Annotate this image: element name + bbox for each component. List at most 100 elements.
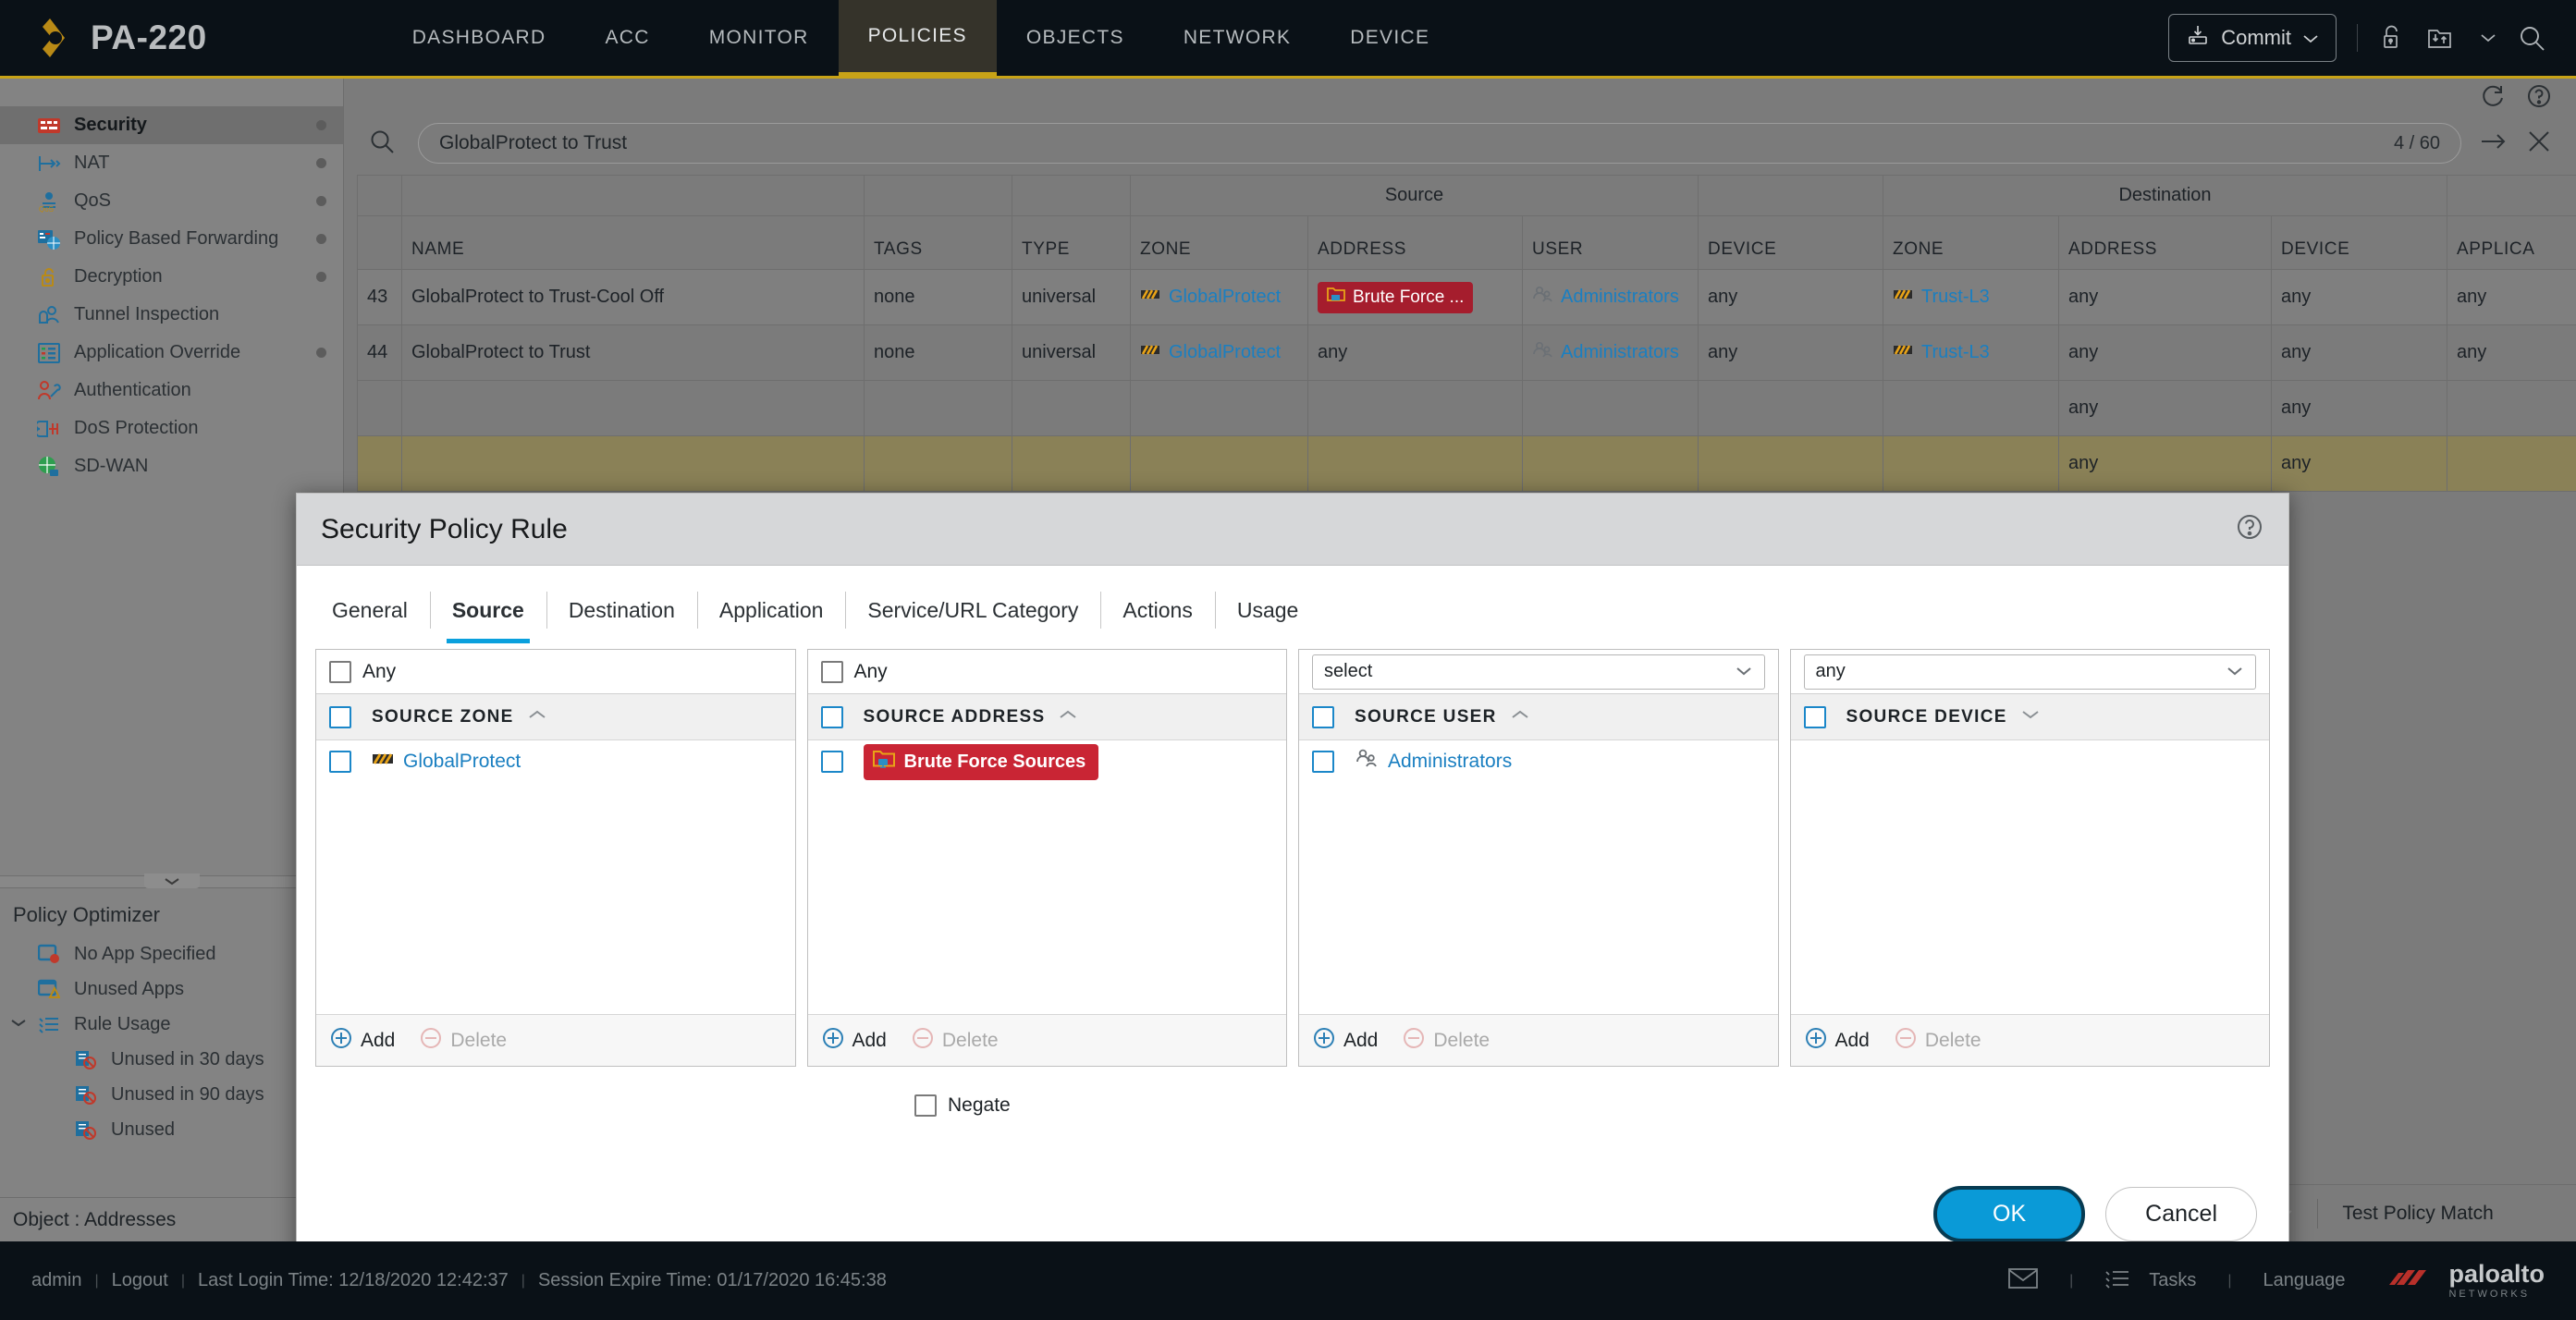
col-source-user[interactable]: USER bbox=[1521, 215, 1699, 270]
select-all-checkbox[interactable] bbox=[820, 705, 843, 728]
sort-ascending-icon[interactable] bbox=[527, 708, 547, 726]
sidebar-item-tunnel-inspection[interactable]: Tunnel Inspection bbox=[0, 296, 343, 334]
nav-monitor[interactable]: MONITOR bbox=[680, 0, 839, 76]
sidebar-item-dos-protection[interactable]: DoS Protection bbox=[0, 409, 343, 447]
ok-button[interactable]: OK bbox=[1933, 1186, 2086, 1242]
list-item[interactable]: Administrators bbox=[1299, 740, 1778, 783]
policy-optimizer-unused-30-days[interactable]: Unused in 30 days bbox=[0, 1042, 344, 1077]
table-row[interactable]: any any bbox=[357, 435, 2576, 492]
col-source-device[interactable]: DEVICE bbox=[1698, 215, 1884, 270]
col-checkbox[interactable] bbox=[357, 215, 402, 270]
col-destination-zone[interactable]: ZONE bbox=[1883, 215, 2060, 270]
row-checkbox[interactable] bbox=[1312, 751, 1334, 773]
source-user-header[interactable]: SOURCE USER bbox=[1299, 694, 1778, 740]
negate-row[interactable]: Negate bbox=[914, 1094, 2288, 1117]
row-name[interactable] bbox=[401, 380, 865, 436]
sort-ascending-icon[interactable] bbox=[1510, 708, 1530, 726]
commit-button[interactable]: Commit bbox=[2168, 14, 2337, 62]
nav-acc[interactable]: ACC bbox=[575, 0, 679, 76]
policy-optimizer-unused-apps[interactable]: Unused Apps bbox=[0, 972, 344, 1007]
apply-filter-arrow-icon[interactable] bbox=[2480, 129, 2508, 158]
row-name[interactable]: GlobalProtect to Trust bbox=[401, 324, 865, 381]
row-name[interactable] bbox=[401, 435, 865, 492]
source-address-any-row[interactable]: Any bbox=[807, 650, 1286, 694]
sort-ascending-icon[interactable] bbox=[1058, 708, 1078, 726]
help-icon[interactable] bbox=[2235, 512, 2264, 546]
source-user-select[interactable]: select bbox=[1312, 654, 1765, 690]
source-zone-any-row[interactable]: Any bbox=[316, 650, 795, 694]
sidebar-item-qos[interactable]: QoS QoS bbox=[0, 182, 343, 220]
tab-source[interactable]: Source bbox=[429, 577, 546, 643]
tab-destination[interactable]: Destination bbox=[546, 577, 697, 643]
sidebar-item-application-override[interactable]: Application Override bbox=[0, 334, 343, 372]
col-source-zone[interactable]: ZONE bbox=[1130, 215, 1308, 270]
sidebar-item-sd-wan[interactable]: SD-WAN bbox=[0, 447, 343, 485]
mail-icon[interactable] bbox=[2008, 1267, 2038, 1294]
col-tags[interactable]: TAGS bbox=[864, 215, 1012, 270]
source-address-header[interactable]: SOURCE ADDRESS bbox=[807, 694, 1286, 740]
select-all-checkbox[interactable] bbox=[1803, 705, 1826, 728]
col-application[interactable]: APPLICA bbox=[2447, 215, 2576, 270]
select-all-checkbox[interactable] bbox=[329, 705, 351, 728]
logout-link[interactable]: Logout bbox=[112, 1270, 168, 1291]
table-row[interactable]: 44 GlobalProtect to Trust none universal… bbox=[357, 324, 2576, 381]
policy-optimizer-unused[interactable]: Unused bbox=[0, 1112, 344, 1147]
col-destination-address[interactable]: ADDRESS bbox=[2058, 215, 2273, 270]
clear-filter-close-icon[interactable] bbox=[2526, 128, 2552, 159]
collapse-caret-icon[interactable] bbox=[144, 874, 200, 888]
source-zone-header[interactable]: SOURCE ZONE bbox=[316, 694, 795, 740]
nav-policies[interactable]: POLICIES bbox=[838, 0, 997, 76]
tab-usage[interactable]: Usage bbox=[1214, 577, 1320, 643]
add-source-user-button[interactable]: Add bbox=[1312, 1026, 1378, 1056]
tab-service-url-category[interactable]: Service/URL Category bbox=[845, 577, 1100, 643]
chevron-down-icon[interactable] bbox=[2480, 32, 2496, 43]
help-icon[interactable] bbox=[2526, 83, 2552, 114]
sidebar-item-decryption[interactable]: Decryption bbox=[0, 258, 343, 296]
nav-objects[interactable]: OBJECTS bbox=[997, 0, 1154, 76]
nav-device[interactable]: DEVICE bbox=[1320, 0, 1459, 76]
source-device-select[interactable]: any bbox=[1803, 654, 2256, 690]
tab-actions[interactable]: Actions bbox=[1100, 577, 1214, 643]
col-destination-device[interactable]: DEVICE bbox=[2271, 215, 2448, 270]
row-checkbox[interactable] bbox=[820, 751, 843, 773]
col-name[interactable]: NAME bbox=[401, 215, 865, 270]
refresh-icon[interactable] bbox=[2480, 84, 2506, 113]
tasks-label[interactable]: Tasks bbox=[2149, 1270, 2196, 1291]
table-row[interactable]: any any bbox=[357, 380, 2576, 436]
tasks-icon[interactable] bbox=[2104, 1267, 2130, 1294]
row-name[interactable]: GlobalProtect to Trust-Cool Off bbox=[401, 269, 865, 325]
source-address-any-checkbox[interactable] bbox=[820, 660, 843, 683]
tab-application[interactable]: Application bbox=[696, 577, 846, 643]
cancel-button[interactable]: Cancel bbox=[2105, 1187, 2257, 1241]
row-checkbox[interactable] bbox=[329, 751, 351, 773]
test-policy-match-button[interactable]: Test Policy Match bbox=[2342, 1203, 2493, 1225]
policy-optimizer-no-app-specified[interactable]: No App Specified bbox=[0, 936, 344, 972]
object-addresses-bar[interactable]: Object : Addresses bbox=[0, 1197, 344, 1241]
search-icon[interactable] bbox=[2517, 23, 2546, 53]
nav-dashboard[interactable]: DASHBOARD bbox=[383, 0, 576, 76]
list-item[interactable]: GlobalProtect bbox=[316, 740, 795, 783]
select-all-checkbox[interactable] bbox=[1312, 705, 1334, 728]
add-source-device-button[interactable]: Add bbox=[1804, 1026, 1870, 1056]
negate-checkbox[interactable] bbox=[914, 1094, 937, 1117]
tab-general[interactable]: General bbox=[310, 577, 430, 643]
nav-network[interactable]: NETWORK bbox=[1154, 0, 1320, 76]
lock-icon[interactable] bbox=[2378, 23, 2406, 53]
search-input[interactable]: GlobalProtect to Trust 4 / 60 bbox=[418, 123, 2461, 164]
sidebar-item-security[interactable]: Security bbox=[0, 106, 343, 144]
table-row[interactable]: 43 GlobalProtect to Trust-Cool Off none … bbox=[357, 269, 2576, 325]
add-source-zone-button[interactable]: Add bbox=[329, 1026, 395, 1056]
col-type[interactable]: TYPE bbox=[1012, 215, 1131, 270]
sidebar-splitter[interactable] bbox=[0, 874, 344, 888]
source-zone-any-checkbox[interactable] bbox=[329, 660, 351, 683]
source-device-header[interactable]: SOURCE DEVICE bbox=[1790, 694, 2269, 740]
config-transfer-icon[interactable] bbox=[2426, 24, 2459, 52]
language-label[interactable]: Language bbox=[2263, 1270, 2346, 1291]
policy-optimizer-rule-usage[interactable]: Rule Usage bbox=[0, 1007, 344, 1042]
list-item[interactable]: Brute Force Sources bbox=[808, 740, 1287, 783]
policy-optimizer-unused-90-days[interactable]: Unused in 90 days bbox=[0, 1077, 344, 1112]
sidebar-item-authentication[interactable]: Authentication bbox=[0, 372, 343, 409]
sidebar-item-nat[interactable]: NAT bbox=[0, 144, 343, 182]
sidebar-item-policy-based-forwarding[interactable]: Policy Based Forwarding bbox=[0, 220, 343, 258]
sort-descending-icon[interactable] bbox=[2020, 708, 2041, 726]
